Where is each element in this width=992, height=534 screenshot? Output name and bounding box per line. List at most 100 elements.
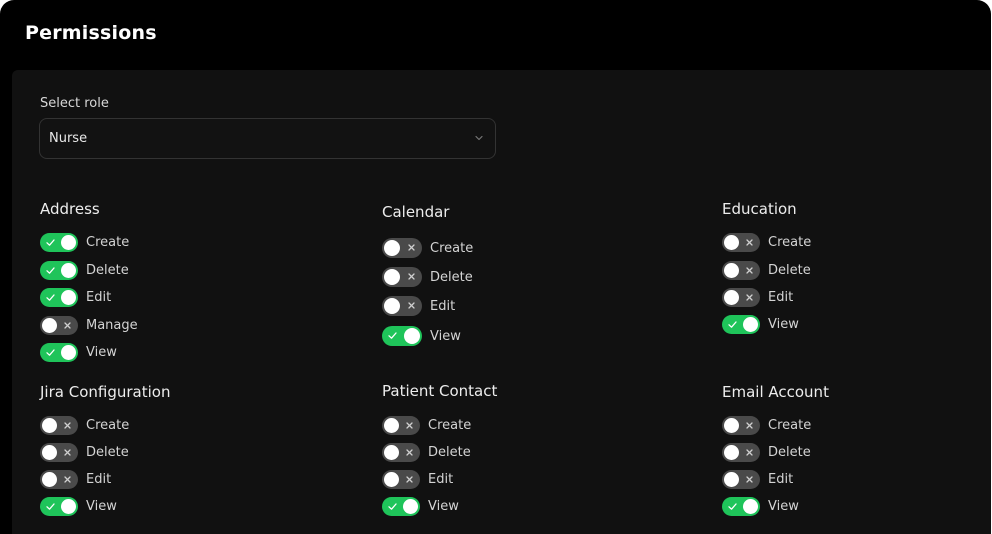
permission-label: Delete bbox=[86, 263, 129, 278]
toggle-switch[interactable] bbox=[382, 326, 422, 346]
permission-label: Delete bbox=[768, 445, 811, 460]
toggle-switch[interactable] bbox=[382, 416, 420, 435]
permission-row: Create bbox=[722, 233, 811, 252]
toggle-knob bbox=[743, 499, 758, 514]
toggle-switch[interactable] bbox=[722, 443, 760, 462]
toggle-switch[interactable] bbox=[722, 261, 760, 280]
toggle-knob bbox=[61, 345, 76, 360]
permission-label: Edit bbox=[768, 290, 794, 305]
permission-row: View bbox=[722, 315, 799, 334]
toggle-knob bbox=[384, 472, 399, 487]
permission-row: Create bbox=[40, 233, 129, 252]
permission-row: Delete bbox=[382, 443, 471, 462]
toggle-knob bbox=[61, 290, 76, 305]
header: Permissions bbox=[0, 0, 991, 70]
permission-row: Manage bbox=[40, 316, 138, 335]
toggle-switch[interactable] bbox=[40, 288, 78, 307]
role-select-value: Nurse bbox=[49, 131, 88, 146]
group-title: Patient Contact bbox=[382, 382, 498, 400]
toggle-knob bbox=[724, 445, 739, 460]
toggle-switch[interactable] bbox=[722, 315, 760, 334]
permission-group-jira-configuration: Jira Configuration Create Delete Edit Vi… bbox=[40, 383, 171, 516]
permission-row: Delete bbox=[382, 267, 473, 287]
x-icon bbox=[746, 449, 753, 456]
permission-label: Delete bbox=[428, 445, 471, 460]
chevron-down-icon bbox=[475, 135, 483, 141]
permission-label: View bbox=[428, 499, 459, 514]
toggle-switch[interactable] bbox=[382, 443, 420, 462]
group-title: Calendar bbox=[382, 203, 450, 221]
toggle-switch[interactable] bbox=[40, 497, 78, 516]
permission-row: Delete bbox=[40, 443, 129, 462]
permission-label: Delete bbox=[768, 263, 811, 278]
toggle-knob bbox=[384, 298, 400, 314]
toggle-switch[interactable] bbox=[382, 296, 422, 316]
permission-row: Edit bbox=[722, 288, 793, 307]
permission-label: Edit bbox=[428, 472, 454, 487]
toggle-knob bbox=[724, 235, 739, 250]
toggle-switch[interactable] bbox=[722, 497, 760, 516]
toggle-switch[interactable] bbox=[722, 416, 760, 435]
toggle-switch[interactable] bbox=[40, 261, 78, 280]
x-icon bbox=[64, 422, 71, 429]
x-icon bbox=[746, 267, 753, 274]
permission-group-email-account: Email Account Create Delete Edit View bbox=[722, 383, 829, 516]
toggle-knob bbox=[743, 317, 758, 332]
toggle-switch[interactable] bbox=[382, 238, 422, 258]
toggle-knob bbox=[61, 263, 76, 278]
toggle-switch[interactable] bbox=[722, 233, 760, 252]
permission-row: View bbox=[40, 343, 117, 362]
permission-label: View bbox=[86, 345, 117, 360]
check-icon bbox=[46, 294, 55, 301]
permission-label: Edit bbox=[768, 472, 794, 487]
toggle-switch[interactable] bbox=[722, 288, 760, 307]
permission-group-calendar: Calendar Create Delete Edit View bbox=[382, 203, 473, 346]
toggle-switch[interactable] bbox=[382, 470, 420, 489]
permission-row: Delete bbox=[722, 443, 811, 462]
permission-row: View bbox=[382, 497, 459, 516]
permission-label: Create bbox=[430, 240, 474, 256]
toggle-knob bbox=[403, 499, 418, 514]
permission-row: Edit bbox=[722, 470, 793, 489]
group-title: Jira Configuration bbox=[40, 383, 171, 401]
permission-label: Create bbox=[768, 235, 812, 250]
toggle-switch[interactable] bbox=[40, 443, 78, 462]
permission-group-patient-contact: Patient Contact Create Delete Edit View bbox=[382, 382, 498, 516]
select-role-label: Select role bbox=[40, 96, 109, 111]
permission-label: Create bbox=[428, 418, 472, 433]
permission-label: Delete bbox=[430, 269, 473, 285]
permission-row: Edit bbox=[382, 470, 453, 489]
x-icon bbox=[408, 273, 415, 280]
toggle-switch[interactable] bbox=[382, 497, 420, 516]
toggle-knob bbox=[724, 418, 739, 433]
toggle-switch[interactable] bbox=[382, 267, 422, 287]
x-icon bbox=[64, 322, 71, 329]
permission-row: Create bbox=[382, 416, 471, 435]
toggle-switch[interactable] bbox=[40, 416, 78, 435]
permission-label: Edit bbox=[86, 472, 112, 487]
check-icon bbox=[728, 321, 737, 328]
permission-row: Delete bbox=[722, 261, 811, 280]
toggle-knob bbox=[724, 290, 739, 305]
toggle-knob bbox=[724, 472, 739, 487]
x-icon bbox=[408, 302, 415, 309]
permission-label: Edit bbox=[86, 290, 112, 305]
toggle-knob bbox=[724, 263, 739, 278]
toggle-switch[interactable] bbox=[40, 233, 78, 252]
toggle-knob bbox=[384, 269, 400, 285]
role-select[interactable]: Nurse bbox=[39, 118, 496, 159]
toggle-knob bbox=[404, 328, 420, 344]
permission-label: View bbox=[768, 499, 799, 514]
permission-row: Create bbox=[382, 238, 473, 258]
permission-row: Edit bbox=[382, 296, 455, 316]
toggle-switch[interactable] bbox=[40, 343, 78, 362]
toggle-switch[interactable] bbox=[40, 316, 78, 335]
permission-group-education: Education Create Delete Edit View bbox=[722, 200, 811, 334]
group-title: Email Account bbox=[722, 383, 829, 401]
toggle-knob bbox=[42, 318, 57, 333]
permission-label: View bbox=[86, 499, 117, 514]
toggle-switch[interactable] bbox=[40, 470, 78, 489]
toggle-switch[interactable] bbox=[722, 470, 760, 489]
toggle-knob bbox=[42, 472, 57, 487]
toggle-knob bbox=[384, 418, 399, 433]
